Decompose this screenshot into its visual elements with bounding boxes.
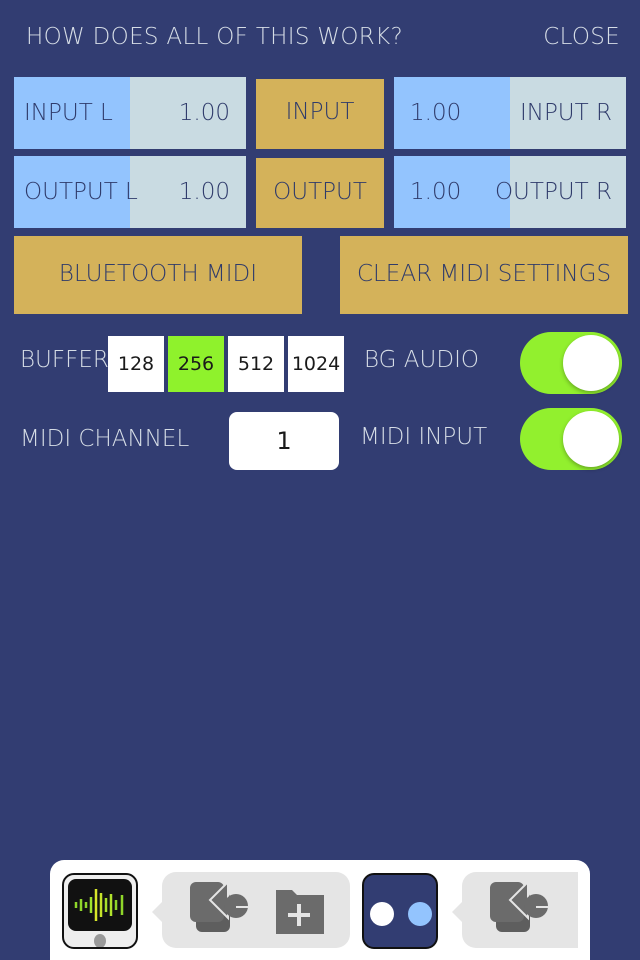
help-link[interactable]: HOW DOES ALL OF THIS WORK? — [26, 22, 403, 52]
output-left-value: 1.00 — [178, 179, 230, 205]
input-button[interactable]: INPUT — [256, 79, 384, 149]
buffer-option-256[interactable]: 256 — [168, 336, 224, 392]
buffer-option-1024[interactable]: 1024 — [288, 336, 344, 392]
plugin-bubble — [152, 872, 350, 948]
clear-midi-settings-button[interactable]: CLEAR MIDI SETTINGS — [340, 236, 628, 314]
midi-input-toggle[interactable] — [520, 408, 622, 470]
toggle-knob — [563, 335, 619, 391]
waveform-app-icon[interactable] — [62, 873, 138, 949]
midi-channel-input[interactable]: 1 — [229, 412, 339, 470]
input-left-level-slider[interactable]: INPUT L 1.00 — [14, 77, 246, 149]
output-left-level-slider[interactable]: OUTPUT L 1.00 — [14, 156, 246, 228]
close-button[interactable]: CLOSE — [543, 22, 620, 52]
blue-dot-icon — [408, 902, 432, 926]
input-left-label: INPUT L — [24, 100, 113, 126]
buffer-option-128[interactable]: 128 — [108, 336, 164, 392]
midi-channel-label: MIDI CHANNEL — [20, 426, 190, 452]
app-dock — [50, 860, 590, 960]
bg-audio-toggle[interactable] — [520, 332, 622, 394]
output-right-level-slider[interactable]: 1.00 OUTPUT R — [394, 156, 626, 228]
buffer-label: BUFFER — [20, 347, 109, 373]
plugin-bubble — [452, 872, 578, 948]
output-right-value: 1.00 — [410, 179, 462, 205]
white-dot-icon — [370, 902, 394, 926]
add-folder-icon[interactable] — [274, 886, 326, 936]
input-right-level-slider[interactable]: 1.00 INPUT R — [394, 77, 626, 149]
input-right-label: INPUT R — [519, 100, 612, 126]
toggle-knob — [563, 411, 619, 467]
output-button[interactable]: OUTPUT — [256, 158, 384, 228]
input-right-value: 1.00 — [410, 100, 462, 126]
input-left-value: 1.00 — [178, 100, 230, 126]
buffer-option-512[interactable]: 512 — [228, 336, 284, 392]
dots-app-icon[interactable] — [362, 873, 438, 949]
output-right-label: OUTPUT R — [494, 179, 612, 205]
waveform-icon — [68, 879, 132, 947]
bluetooth-midi-button[interactable]: BLUETOOTH MIDI — [14, 236, 302, 314]
midi-input-label: MIDI INPUT — [360, 424, 488, 450]
audio-unit-icon[interactable] — [490, 882, 552, 938]
audio-unit-icon[interactable] — [190, 882, 252, 938]
output-left-label: OUTPUT L — [24, 179, 138, 205]
bg-audio-label: BG AUDIO — [364, 347, 479, 373]
